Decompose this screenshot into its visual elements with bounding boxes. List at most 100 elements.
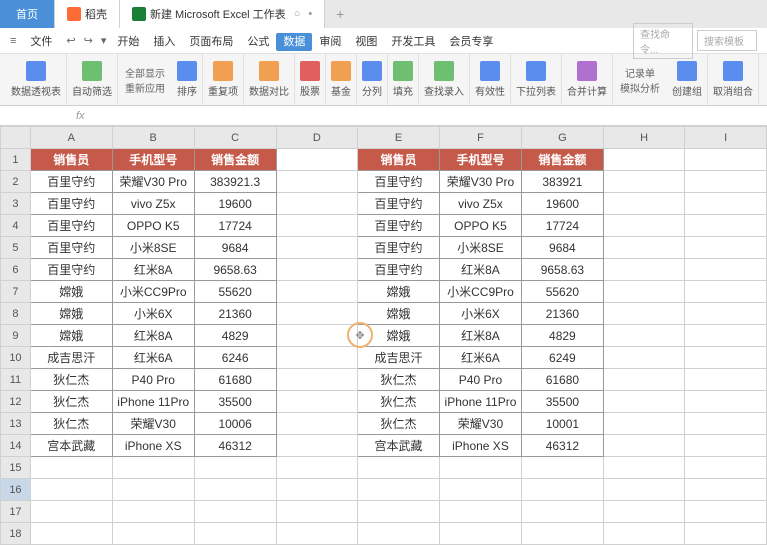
cell-B16[interactable] (112, 479, 194, 501)
tool-datacmp[interactable]: 数据对比 (244, 54, 295, 105)
col-header-G[interactable]: G (521, 127, 603, 149)
cell-G5[interactable]: 9684 (521, 237, 603, 259)
cell-B9[interactable]: 红米8A (112, 325, 194, 347)
row-header-10[interactable]: 10 (1, 347, 31, 369)
cell-E9[interactable]: 嫦娥 (358, 325, 440, 347)
cell-F3[interactable]: vivo Z5x (439, 193, 521, 215)
cell-I8[interactable] (685, 303, 767, 325)
cell-E2[interactable]: 百里守约 (358, 171, 440, 193)
cell-C14[interactable]: 46312 (194, 435, 276, 457)
tool-findrec[interactable]: 查找录入 (419, 54, 470, 105)
cell-I11[interactable] (685, 369, 767, 391)
cell-C2[interactable]: 383921.3 (194, 171, 276, 193)
cell-A5[interactable]: 百里守约 (30, 237, 112, 259)
cell-D6[interactable] (276, 259, 358, 281)
row-header-17[interactable]: 17 (1, 501, 31, 523)
tool-fill[interactable]: 填充 (388, 54, 419, 105)
cell-D13[interactable] (276, 413, 358, 435)
col-header-D[interactable]: D (276, 127, 358, 149)
cell-H4[interactable] (603, 215, 685, 237)
cell-G2[interactable]: 383921 (521, 171, 603, 193)
row-header-16[interactable]: 16 (1, 479, 31, 501)
cell-A12[interactable]: 狄仁杰 (30, 391, 112, 413)
select-all-corner[interactable] (1, 127, 31, 149)
cell-G1[interactable]: 销售金额 (521, 149, 603, 171)
tool-dedup[interactable]: 重复项 (203, 54, 244, 105)
cell-H16[interactable] (603, 479, 685, 501)
cell-G15[interactable] (521, 457, 603, 479)
cell-G4[interactable]: 17724 (521, 215, 603, 237)
cell-H5[interactable] (603, 237, 685, 259)
cell-C12[interactable]: 35500 (194, 391, 276, 413)
cell-H1[interactable] (603, 149, 685, 171)
row-header-1[interactable]: 1 (1, 149, 31, 171)
cell-I3[interactable] (685, 193, 767, 215)
cell-E10[interactable]: 成吉思汗 (358, 347, 440, 369)
cell-C17[interactable] (194, 501, 276, 523)
cell-G14[interactable]: 46312 (521, 435, 603, 457)
menu-next-icon[interactable]: ↪ (80, 34, 97, 47)
col-header-I[interactable]: I (685, 127, 767, 149)
cell-H17[interactable] (603, 501, 685, 523)
cell-G7[interactable]: 55620 (521, 281, 603, 303)
cell-G18[interactable] (521, 523, 603, 545)
tool-sim[interactable]: 模拟分析 (618, 80, 662, 95)
cell-A14[interactable]: 宫本武藏 (30, 435, 112, 457)
tab-add[interactable]: + (325, 6, 355, 22)
cell-A3[interactable]: 百里守约 (30, 193, 112, 215)
cell-C7[interactable]: 55620 (194, 281, 276, 303)
cell-D15[interactable] (276, 457, 358, 479)
tool-validity[interactable]: 有效性 (470, 54, 511, 105)
cell-C11[interactable]: 61680 (194, 369, 276, 391)
cell-I5[interactable] (685, 237, 767, 259)
menu-视图[interactable]: 视图 (348, 33, 384, 51)
cell-H12[interactable] (603, 391, 685, 413)
spreadsheet-grid[interactable]: ABCDEFGHI1销售员手机型号销售金额销售员手机型号销售金额2百里守约荣耀V… (0, 126, 767, 545)
cell-D11[interactable] (276, 369, 358, 391)
cell-A18[interactable] (30, 523, 112, 545)
tool-ungroup[interactable]: 取消组合 (708, 54, 759, 105)
col-header-C[interactable]: C (194, 127, 276, 149)
cell-I17[interactable] (685, 501, 767, 523)
tool-group-btn[interactable]: 创建组 (667, 54, 708, 105)
cell-B4[interactable]: OPPO K5 (112, 215, 194, 237)
cell-E5[interactable]: 百里守约 (358, 237, 440, 259)
cell-B18[interactable] (112, 523, 194, 545)
cell-I2[interactable] (685, 171, 767, 193)
cell-A4[interactable]: 百里守约 (30, 215, 112, 237)
cell-C6[interactable]: 9658.63 (194, 259, 276, 281)
cell-D18[interactable] (276, 523, 358, 545)
menu-审阅[interactable]: 审阅 (312, 33, 348, 51)
col-header-H[interactable]: H (603, 127, 685, 149)
cell-D14[interactable] (276, 435, 358, 457)
cell-B3[interactable]: vivo Z5x (112, 193, 194, 215)
cell-D3[interactable] (276, 193, 358, 215)
cell-I12[interactable] (685, 391, 767, 413)
cell-H18[interactable] (603, 523, 685, 545)
cell-I9[interactable] (685, 325, 767, 347)
col-header-F[interactable]: F (439, 127, 521, 149)
cell-E14[interactable]: 宫本武藏 (358, 435, 440, 457)
tool-fund[interactable]: 基金 (326, 54, 357, 105)
cell-A13[interactable]: 狄仁杰 (30, 413, 112, 435)
row-header-3[interactable]: 3 (1, 193, 31, 215)
cell-F9[interactable]: 红米8A (439, 325, 521, 347)
row-header-6[interactable]: 6 (1, 259, 31, 281)
cell-H15[interactable] (603, 457, 685, 479)
cell-D12[interactable] (276, 391, 358, 413)
cell-A17[interactable] (30, 501, 112, 523)
cell-E7[interactable]: 嫦娥 (358, 281, 440, 303)
tool-sort[interactable]: 排序 (172, 54, 203, 105)
row-header-14[interactable]: 14 (1, 435, 31, 457)
tab-document[interactable]: 新建 Microsoft Excel 工作表○• (120, 0, 325, 28)
cell-F11[interactable]: P40 Pro (439, 369, 521, 391)
cell-H9[interactable] (603, 325, 685, 347)
cell-G10[interactable]: 6249 (521, 347, 603, 369)
cell-F14[interactable]: iPhone XS (439, 435, 521, 457)
cell-E15[interactable] (358, 457, 440, 479)
tool-dropdown[interactable]: 下拉列表 (511, 54, 562, 105)
cell-H6[interactable] (603, 259, 685, 281)
cell-F2[interactable]: 荣耀V30 Pro (439, 171, 521, 193)
cell-F6[interactable]: 红米8A (439, 259, 521, 281)
cell-E16[interactable] (358, 479, 440, 501)
